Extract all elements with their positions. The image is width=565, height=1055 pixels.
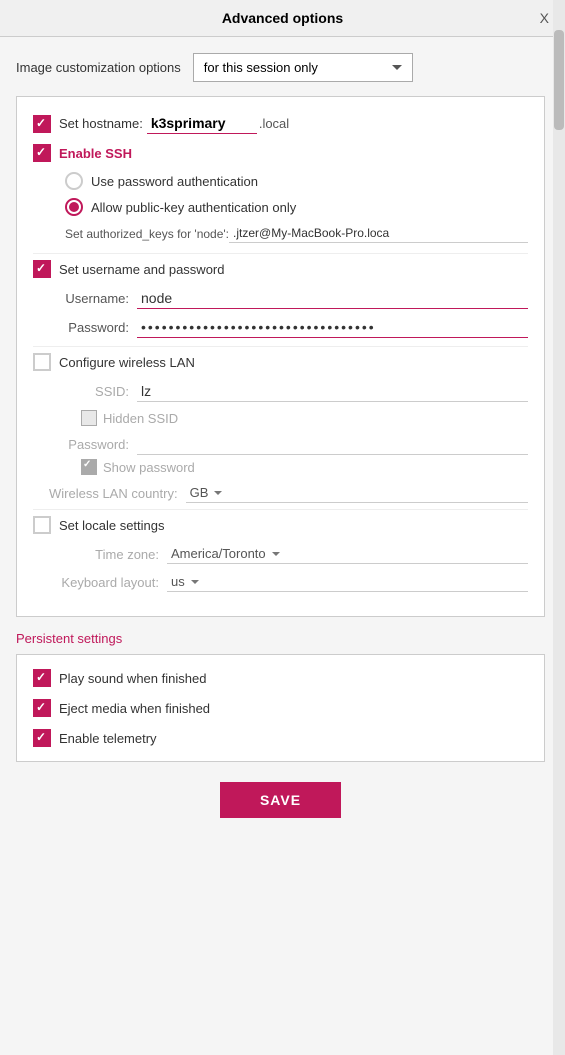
show-password-row: Show password <box>33 459 528 475</box>
enable-telemetry-checkbox[interactable] <box>33 729 51 747</box>
persistent-panel: Play sound when finished Eject media whe… <box>16 654 545 762</box>
configure-wireless-label: Configure wireless LAN <box>59 355 195 370</box>
set-username-password-checkbox[interactable] <box>33 260 51 278</box>
chevron-down-icon <box>392 65 402 70</box>
password-field-row: Password: <box>33 317 528 338</box>
allow-pubkey-row: Allow public-key authentication only <box>33 198 528 216</box>
enable-telemetry-row: Enable telemetry <box>33 729 528 747</box>
authorized-keys-input[interactable] <box>229 224 528 243</box>
ssid-row: SSID: <box>33 381 528 402</box>
password-input[interactable] <box>137 317 528 338</box>
image-options-label: Image customization options <box>16 60 181 75</box>
keyboard-layout-label: Keyboard layout: <box>49 575 159 590</box>
eject-media-row: Eject media when finished <box>33 699 528 717</box>
chevron-down-icon <box>191 580 199 584</box>
play-sound-label: Play sound when finished <box>59 671 206 686</box>
wifi-password-label: Password: <box>49 437 129 452</box>
set-hostname-checkbox[interactable] <box>33 115 51 133</box>
set-locale-checkbox[interactable] <box>33 516 51 534</box>
close-button[interactable]: X <box>540 10 549 26</box>
save-button[interactable]: SAVE <box>220 782 341 818</box>
show-password-label: Show password <box>103 460 195 475</box>
authorized-keys-row: Set authorized_keys for 'node': <box>33 224 528 243</box>
wifi-password-input[interactable] <box>137 434 528 455</box>
chevron-down-icon <box>214 491 222 495</box>
scrollbar[interactable] <box>553 0 565 1055</box>
configure-wireless-row: Configure wireless LAN <box>33 353 528 371</box>
eject-media-checkbox[interactable] <box>33 699 51 717</box>
set-locale-label: Set locale settings <box>59 518 165 533</box>
hidden-ssid-row: Hidden SSID <box>33 410 528 426</box>
chevron-down-icon <box>272 552 280 556</box>
wireless-country-value: GB <box>190 485 209 500</box>
username-field-label: Username: <box>49 291 129 306</box>
set-locale-row: Set locale settings <box>33 516 528 534</box>
image-options-dropdown[interactable]: for this session only <box>193 53 413 82</box>
window-title: Advanced options <box>222 10 343 26</box>
wireless-country-label: Wireless LAN country: <box>49 486 178 501</box>
configure-wireless-checkbox[interactable] <box>33 353 51 371</box>
use-password-label: Use password authentication <box>91 174 258 189</box>
image-options-row: Image customization options for this ses… <box>16 53 545 82</box>
keyboard-layout-value: us <box>171 574 185 589</box>
wireless-country-row: Wireless LAN country: GB <box>33 483 528 503</box>
persistent-settings-label: Persistent settings <box>16 631 545 646</box>
play-sound-checkbox[interactable] <box>33 669 51 687</box>
set-username-password-row: Set username and password <box>33 260 528 278</box>
ssid-label: SSID: <box>49 384 129 399</box>
titlebar: Advanced options X <box>0 0 565 37</box>
enable-telemetry-label: Enable telemetry <box>59 731 157 746</box>
show-password-checkbox[interactable] <box>81 459 97 475</box>
eject-media-label: Eject media when finished <box>59 701 210 716</box>
hidden-ssid-label: Hidden SSID <box>103 411 178 426</box>
timezone-value: America/Toronto <box>171 546 266 561</box>
ssid-input[interactable] <box>137 381 528 402</box>
set-hostname-row: Set hostname: .local <box>33 113 528 134</box>
allow-pubkey-radio[interactable] <box>65 198 83 216</box>
hostname-input[interactable] <box>147 113 257 134</box>
timezone-select[interactable]: America/Toronto <box>167 544 528 564</box>
username-input[interactable] <box>137 288 528 309</box>
allow-pubkey-label: Allow public-key authentication only <box>91 200 296 215</box>
hostname-label: Set hostname: <box>59 116 143 131</box>
use-password-radio[interactable] <box>65 172 83 190</box>
hostname-suffix: .local <box>259 116 289 131</box>
persistent-section: Persistent settings Play sound when fini… <box>16 631 545 762</box>
password-field-label: Password: <box>49 320 129 335</box>
play-sound-row: Play sound when finished <box>33 669 528 687</box>
keyboard-layout-row: Keyboard layout: us <box>33 572 528 592</box>
save-button-row: SAVE <box>16 782 545 834</box>
authorized-keys-label: Set authorized_keys for 'node': <box>65 227 229 241</box>
wifi-password-row: Password: <box>33 434 528 455</box>
enable-ssh-label: Enable SSH <box>59 146 132 161</box>
scrollbar-thumb[interactable] <box>554 30 564 130</box>
image-options-value: for this session only <box>204 60 318 75</box>
keyboard-layout-select[interactable]: us <box>167 572 528 592</box>
timezone-row: Time zone: America/Toronto <box>33 544 528 564</box>
username-field-row: Username: <box>33 288 528 309</box>
enable-ssh-checkbox[interactable] <box>33 144 51 162</box>
hidden-ssid-checkbox[interactable] <box>81 410 97 426</box>
timezone-label: Time zone: <box>49 547 159 562</box>
use-password-auth-row: Use password authentication <box>33 172 528 190</box>
set-username-password-label: Set username and password <box>59 262 224 277</box>
main-panel: Set hostname: .local Enable SSH Use pass… <box>16 96 545 617</box>
wireless-country-select[interactable]: GB <box>186 483 528 503</box>
enable-ssh-row: Enable SSH <box>33 144 528 162</box>
